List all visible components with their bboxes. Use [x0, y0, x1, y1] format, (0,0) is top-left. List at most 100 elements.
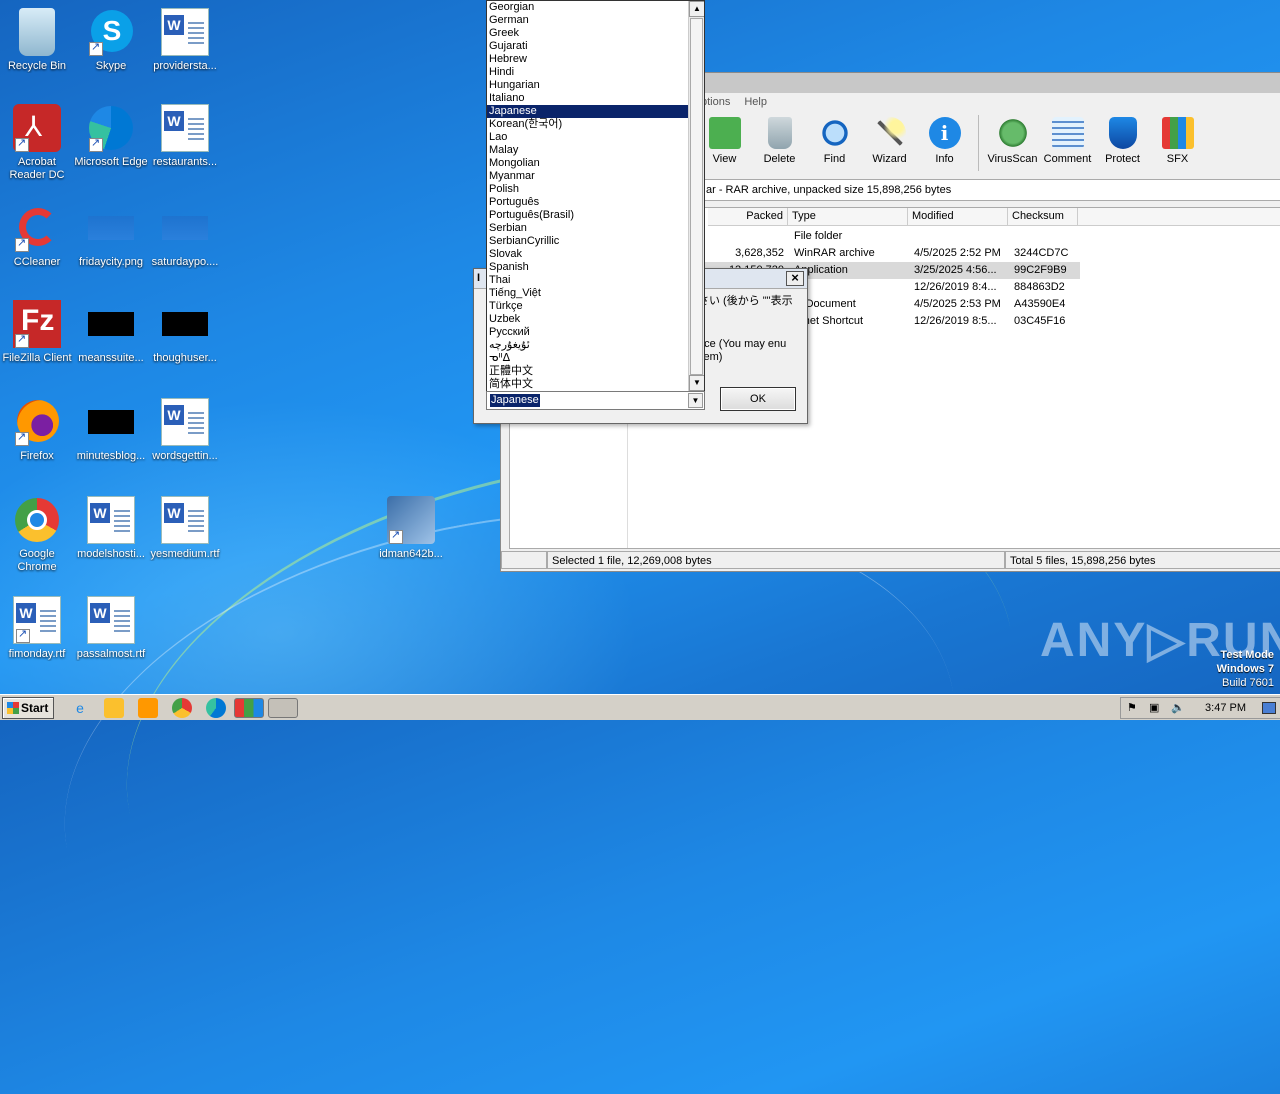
language-option[interactable]: Hindi [487, 66, 689, 79]
language-option[interactable]: Lao [487, 131, 689, 144]
language-option[interactable]: Greek [487, 27, 689, 40]
desktop-icon-modelshosti[interactable]: modelshosti... [74, 496, 148, 561]
column-header-type[interactable]: Type [788, 208, 908, 226]
dialog-message-jp: さい (後から ""表示 [698, 295, 793, 307]
installer-taskbar-button[interactable] [268, 698, 298, 718]
language-option[interactable]: Tiếng_Việt [487, 287, 689, 300]
desktop-icon-saturdaypo[interactable]: saturdaypo.... [148, 204, 222, 269]
language-option[interactable]: Uzbek [487, 313, 689, 326]
desktop-icon-meanssuite[interactable]: meanssuite... [74, 300, 148, 365]
toolbar-protect-button[interactable]: Protect [1095, 111, 1150, 165]
language-option[interactable]: Русский [487, 326, 689, 339]
clock[interactable]: 3:47 PM [1205, 702, 1246, 714]
desktop-icon-wordsgettin[interactable]: wordsgettin... [148, 398, 222, 463]
scroll-up-arrow-icon[interactable]: ▲ [689, 1, 704, 17]
desktop-icon-acrobat[interactable]: ⅄ Acrobat Reader DC [0, 104, 74, 182]
language-option[interactable]: Malay [487, 144, 689, 157]
language-option[interactable]: Mongolian [487, 157, 689, 170]
toolbar-sfx-button[interactable]: SFX [1150, 111, 1205, 165]
media-player-icon[interactable] [138, 698, 158, 718]
language-option[interactable]: 简体中文 [487, 378, 689, 391]
desktop-icon-idman[interactable]: idman642b... [374, 496, 448, 561]
language-option[interactable]: ئۇيغۇرچە [487, 339, 689, 352]
language-option[interactable]: Korean(한국어) [487, 118, 689, 131]
desktop-icon-fimonday[interactable]: fimonday.rtf [0, 596, 74, 661]
language-option[interactable]: Japanese [487, 105, 689, 118]
desktop-icon-providersta[interactable]: providersta... [148, 8, 222, 73]
start-button[interactable]: Start [2, 697, 54, 719]
language-option[interactable]: Polish [487, 183, 689, 196]
language-option[interactable]: Hungarian [487, 79, 689, 92]
language-option[interactable]: Gujarati [487, 40, 689, 53]
acrobat-icon: ⅄ [13, 104, 61, 152]
windows-logo-icon [7, 702, 19, 714]
desktop-icon-restaurants[interactable]: restaurants... [148, 104, 222, 169]
ie-icon[interactable]: e [70, 698, 90, 718]
toolbar-virusscan-button[interactable]: VirusScan [985, 111, 1040, 165]
desktop-icon-skype[interactable]: S Skype [74, 8, 148, 73]
language-option[interactable]: Slovak [487, 248, 689, 261]
chrome-taskbar-icon[interactable] [172, 698, 192, 718]
language-option[interactable]: Spanish [487, 261, 689, 274]
ok-button[interactable]: OK [720, 387, 796, 411]
language-option[interactable]: Português(Brasil) [487, 209, 689, 222]
desktop-icon-ccleaner[interactable]: CCleaner [0, 204, 74, 269]
language-option[interactable]: Thai [487, 274, 689, 287]
toolbar-comment-button[interactable]: Comment [1040, 111, 1095, 165]
desktop-icon-filezilla[interactable]: Fz FileZilla Client [0, 300, 74, 365]
desktop-icon-chrome[interactable]: Google Chrome [0, 496, 74, 574]
file-icon [162, 312, 208, 336]
language-option[interactable]: SerbianCyrillic [487, 235, 689, 248]
language-dropdown-list[interactable]: Georgian German Greek Gujarati Hebrew Hindi Hu… [486, 0, 705, 392]
language-option[interactable]: Myanmar [487, 170, 689, 183]
language-option[interactable]: Português [487, 196, 689, 209]
word-document-icon [87, 596, 135, 644]
desktop-icon-yesmedium[interactable]: yesmedium.rtf [148, 496, 222, 561]
chevron-down-icon[interactable]: ▼ [688, 393, 703, 408]
network-icon[interactable]: ▣ [1149, 701, 1159, 714]
trash-icon [767, 117, 792, 149]
explorer-folder-icon[interactable] [104, 698, 124, 718]
language-option[interactable]: ᓀᐦᐃ [487, 352, 689, 365]
desktop-icon-firefox[interactable]: Firefox [0, 398, 74, 463]
desktop-icon-minutesblog[interactable]: minutesblog... [74, 398, 148, 463]
edge-taskbar-icon[interactable] [206, 698, 226, 718]
language-option[interactable]: German [487, 14, 689, 27]
language-option[interactable]: Serbian [487, 222, 689, 235]
language-combobox[interactable]: Japanese ▼ [486, 391, 705, 410]
file-icon [88, 312, 134, 336]
volume-icon[interactable]: 🔈 [1171, 701, 1185, 714]
language-option[interactable]: Georgian [487, 1, 689, 14]
column-header-checksum[interactable]: Checksum [1008, 208, 1078, 226]
show-desktop-icon[interactable] [1262, 702, 1276, 714]
close-button[interactable]: × [786, 271, 804, 286]
language-items: Georgian German Greek Gujarati Hebrew Hindi Hu… [487, 1, 704, 391]
word-document-icon [161, 496, 209, 544]
language-option[interactable]: 正體中文 [487, 365, 689, 378]
toolbar-info-button[interactable]: i Info [917, 111, 972, 165]
language-option[interactable]: Hebrew [487, 53, 689, 66]
column-header-modified[interactable]: Modified [908, 208, 1008, 226]
scroll-thumb[interactable] [690, 18, 703, 375]
scroll-down-arrow-icon[interactable]: ▼ [689, 375, 704, 391]
vertical-scrollbar[interactable]: ▲ ▼ [688, 1, 704, 391]
desktop-icon-fridaycity[interactable]: fridaycity.png [74, 204, 148, 269]
toolbar-find-button[interactable]: Find [807, 111, 862, 165]
winrar-taskbar-button[interactable] [234, 698, 264, 718]
toolbar-wizard-button[interactable]: Wizard [862, 111, 917, 165]
desktop-icon-edge[interactable]: Microsoft Edge [74, 104, 148, 169]
menu-options[interactable]: ptions [701, 96, 730, 108]
menu-help[interactable]: Help [744, 96, 767, 108]
column-header-packed[interactable]: Packed [708, 208, 788, 226]
flag-icon[interactable]: ⚑ [1127, 701, 1137, 714]
desktop-icon-passalmost[interactable]: passalmost.rtf [74, 596, 148, 661]
language-option[interactable]: Italiano [487, 92, 689, 105]
toolbar-view-button[interactable]: View [697, 111, 752, 165]
toolbar-label: Comment [1043, 153, 1092, 165]
desktop-icon-recycle-bin[interactable]: Recycle Bin [0, 8, 74, 73]
start-label: Start [21, 701, 49, 715]
info-icon: i [928, 117, 961, 149]
toolbar-delete-button[interactable]: Delete [752, 111, 807, 165]
desktop-icon-thoughuser[interactable]: thoughuser... [148, 300, 222, 365]
language-option[interactable]: Türkçe [487, 300, 689, 313]
